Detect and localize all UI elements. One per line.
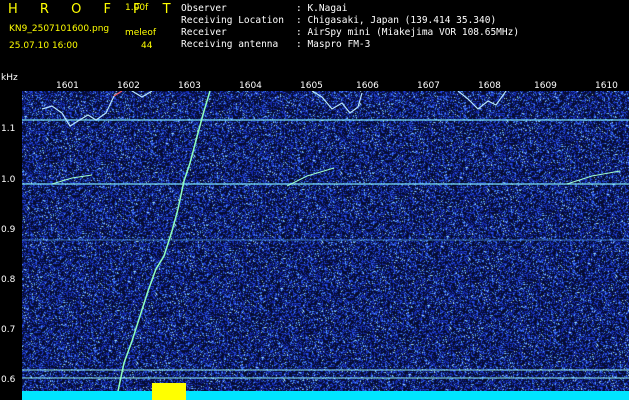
y-tick-label: 0.9 xyxy=(1,225,16,235)
meteor-trace xyxy=(117,91,211,392)
signal-waveform xyxy=(113,91,123,97)
info-value-location: : Chigasaki, Japan (139.414 35.340) xyxy=(296,15,497,26)
signal-waveform xyxy=(457,91,507,110)
y-tick-label: 0.8 xyxy=(1,275,16,285)
spectrogram xyxy=(22,91,629,400)
info-label-antenna: Receiving antenna xyxy=(181,39,279,50)
info-value-observer: : K.Nagai xyxy=(296,3,348,14)
count-label: 44 xyxy=(141,41,153,51)
info-label-observer: Observer xyxy=(181,3,227,14)
info-value-antenna: : Maspro FM-3 xyxy=(296,39,371,50)
app-title: H R O F F T xyxy=(8,2,180,17)
x-tick-label: 1602 xyxy=(117,81,140,91)
x-tick-label: 1605 xyxy=(300,81,323,91)
x-tick-label: 1609 xyxy=(534,81,557,91)
baseline-spike xyxy=(152,383,186,400)
spectrogram-overlay xyxy=(22,91,629,400)
x-tick-label: 1603 xyxy=(178,81,201,91)
mode-label: meleof xyxy=(125,28,157,38)
x-tick-label: 1608 xyxy=(478,81,501,91)
x-tick-label: 1601 xyxy=(56,81,79,91)
signal-waveform xyxy=(311,91,363,114)
signal-waveform xyxy=(131,91,153,98)
x-tick-label: 1607 xyxy=(417,81,440,91)
x-tick-label: 1604 xyxy=(239,81,262,91)
y-axis-unit: kHz xyxy=(1,73,18,83)
y-tick-label: 0.6 xyxy=(1,375,16,385)
y-tick-label: 0.7 xyxy=(1,325,16,335)
info-label-location: Receiving Location xyxy=(181,15,284,26)
x-tick-label: 1610 xyxy=(595,81,618,91)
y-tick-label: 1.0 xyxy=(1,175,16,185)
gain-readout: 1.00f xyxy=(125,3,149,13)
info-label-receiver: Receiver xyxy=(181,27,227,38)
signal-waveform xyxy=(41,95,115,127)
datetime-label: 25.07.10 16:00 xyxy=(9,41,78,51)
baseline-strip xyxy=(22,391,629,400)
meteor-trace xyxy=(51,174,93,185)
meteor-trace xyxy=(566,170,621,185)
info-value-receiver: : AirSpy mini (Miakejima VOR 108.65MHz) xyxy=(296,27,520,38)
x-tick-label: 1606 xyxy=(356,81,379,91)
y-tick-label: 1.1 xyxy=(1,124,16,134)
filename-label: KN9_2507101600.png xyxy=(9,24,110,34)
